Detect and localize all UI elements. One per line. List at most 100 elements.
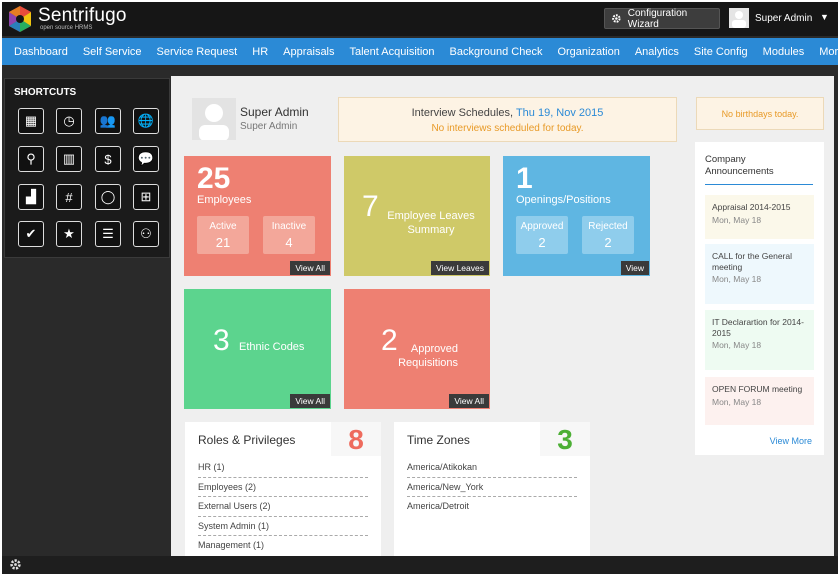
shortcut-calculator-icon[interactable]: #: [56, 184, 82, 210]
list-item: America/Atikokan: [407, 458, 577, 478]
shortcut-circle-icon[interactable]: ◯: [95, 184, 121, 210]
calculator-icon: #: [65, 189, 73, 205]
requisitions-card[interactable]: 2 Approved Requisitions View All: [344, 289, 490, 409]
announcement-date: Mon, May 18: [712, 396, 762, 407]
approved-box: Approved 2: [516, 216, 568, 254]
announcement-item[interactable]: Appraisal 2014-2015 Mon, May 18: [705, 195, 814, 239]
ethnic-label: Ethnic Codes: [239, 341, 305, 353]
roles-count: 8: [331, 422, 381, 456]
openings-card[interactable]: 1 Openings/Positions Approved 2 Rejected…: [503, 156, 650, 276]
location-pins-icon: ⚲: [26, 151, 36, 166]
configuration-wizard-button[interactable]: Configuration Wizard: [604, 8, 720, 30]
shortcut-org-chart-icon[interactable]: ⊞: [133, 184, 159, 210]
nav-item-dashboard[interactable]: Dashboard: [2, 46, 75, 58]
nav-item-organization[interactable]: Organization: [550, 46, 627, 58]
announcement-item[interactable]: OPEN FORUM meeting Mon, May 18: [705, 377, 814, 425]
announcement-title: Appraisal 2014-2015: [712, 202, 791, 212]
shortcut-user-check-icon[interactable]: ✔: [18, 221, 44, 247]
shortcut-chat-icon[interactable]: 💬: [133, 146, 159, 172]
list-item: HR (1): [198, 458, 368, 478]
timezones-count: 3: [540, 422, 590, 456]
list-item: America/New_York: [407, 478, 577, 497]
employee-leaves-card[interactable]: 7 Employee Leaves Summary View Leaves: [344, 156, 490, 276]
brand-tagline: open source HRMS: [40, 25, 93, 31]
employees-card[interactable]: 25 Employees Active 21 Inactive 4 View A…: [184, 156, 331, 276]
view-more-link[interactable]: View More: [770, 436, 812, 446]
gear-icon[interactable]: [9, 558, 22, 571]
top-bar: Sentrifugo open source HRMS Configuratio…: [2, 2, 838, 36]
approved-count: 2: [538, 235, 546, 250]
announcement-title: CALL for the General meeting: [712, 251, 793, 272]
ethnic-view-all-button[interactable]: View All: [290, 394, 330, 408]
chevron-down-icon[interactable]: ▼: [820, 12, 829, 22]
user-list-icon: ☰: [102, 226, 114, 241]
profile-avatar[interactable]: [192, 98, 236, 140]
timezones-title: Time Zones: [407, 433, 470, 447]
announcement-item[interactable]: CALL for the General meeting Mon, May 18: [705, 244, 814, 304]
employees-view-all-button[interactable]: View All: [290, 261, 330, 275]
announcement-item[interactable]: IT Declarartion for 2014-2015 Mon, May 18: [705, 310, 814, 370]
shortcut-user-star-icon[interactable]: ★: [56, 221, 82, 247]
stairs-icon: ▟: [26, 189, 36, 204]
shortcut-money-icon[interactable]: $: [95, 146, 121, 172]
openings-view-button[interactable]: View: [620, 261, 649, 275]
main-nav: Dashboard Self Service Service Request HR Ap…: [2, 38, 838, 65]
birthday-note: No birthdays today.: [721, 108, 799, 119]
roles-privileges-panel: Roles & Privileges 8 HR (1) Employees (2)…: [185, 422, 381, 556]
user-name[interactable]: Super Admin: [755, 13, 812, 24]
shortcut-globe-pin-icon[interactable]: 🌐: [133, 108, 159, 134]
nav-item-analytics[interactable]: Analytics: [627, 46, 686, 58]
openings-label: Openings/Positions: [516, 194, 611, 206]
user-star-icon: ★: [63, 226, 75, 241]
shortcut-clock-icon[interactable]: ◷: [56, 108, 82, 134]
nav-item-hr[interactable]: HR: [245, 46, 276, 58]
money-icon: $: [104, 151, 112, 167]
shortcut-building-icon[interactable]: ▥: [56, 146, 82, 172]
announcements-title: Company Announcements: [705, 154, 813, 185]
group-icon: ⚇: [140, 226, 152, 241]
rejected-label: Rejected: [588, 221, 628, 232]
approved-label: Approved: [520, 221, 564, 232]
nav-item-more[interactable]: More ▾: [812, 45, 838, 58]
nav-item-service-request[interactable]: Service Request: [149, 46, 245, 58]
list-item: External Users (2): [198, 497, 368, 517]
interview-title: Interview Schedules,: [411, 107, 514, 119]
nav-item-appraisals[interactable]: Appraisals: [276, 46, 342, 58]
interview-date[interactable]: Thu 19, Nov 2015: [516, 107, 603, 119]
shortcut-user-list-icon[interactable]: ☰: [95, 221, 121, 247]
building-icon: ▥: [62, 151, 76, 166]
user-avatar[interactable]: [729, 8, 749, 28]
announcement-title: OPEN FORUM meeting: [712, 384, 803, 394]
rejected-count: 2: [604, 235, 612, 250]
nav-item-modules[interactable]: Modules: [755, 46, 812, 58]
org-chart-icon: ⊞: [140, 189, 152, 204]
leaves-label: Employee Leaves Summary: [387, 210, 475, 236]
nav-item-background-check[interactable]: Background Check: [442, 46, 550, 58]
nav-item-self-service[interactable]: Self Service: [75, 46, 149, 58]
circle-icon: ◯: [100, 189, 116, 204]
interview-note: No interviews scheduled for today.: [431, 123, 584, 134]
inactive-count: 4: [285, 235, 293, 250]
interview-title-line: Interview Schedules, Thu 19, Nov 2015: [339, 107, 676, 119]
company-announcements-panel: Company Announcements View More Appraisa…: [695, 142, 824, 455]
ethnic-codes-card[interactable]: 3 Ethnic Codes View All: [184, 289, 331, 409]
shortcut-users-icon[interactable]: 👥: [95, 108, 121, 134]
shortcut-boxes-icon[interactable]: ▦: [18, 108, 44, 134]
shortcuts-title: SHORTCUTS: [14, 87, 77, 98]
ethnic-count: 3: [213, 324, 230, 357]
nav-item-talent-acquisition[interactable]: Talent Acquisition: [342, 46, 442, 58]
view-leaves-button[interactable]: View Leaves: [430, 261, 489, 275]
shortcut-location-pins-icon[interactable]: ⚲: [18, 146, 44, 172]
active-label: Active: [209, 221, 237, 232]
boxes-icon: ▦: [24, 113, 38, 128]
announcement-title: IT Declarartion for 2014-2015: [712, 317, 804, 338]
footer-bar: [2, 556, 838, 574]
inactive-label: Inactive: [271, 221, 307, 232]
announcement-date: Mon, May 18: [712, 274, 762, 284]
shortcut-group-icon[interactable]: ⚇: [133, 221, 159, 247]
shortcut-stairs-icon[interactable]: ▟: [18, 184, 44, 210]
nav-item-site-config[interactable]: Site Config: [686, 46, 755, 58]
requisitions-view-all-button[interactable]: View All: [449, 394, 489, 408]
time-zones-panel: Time Zones 3 America/Atikokan America/New…: [394, 422, 590, 556]
sentrifugo-logo-icon[interactable]: [6, 5, 34, 33]
